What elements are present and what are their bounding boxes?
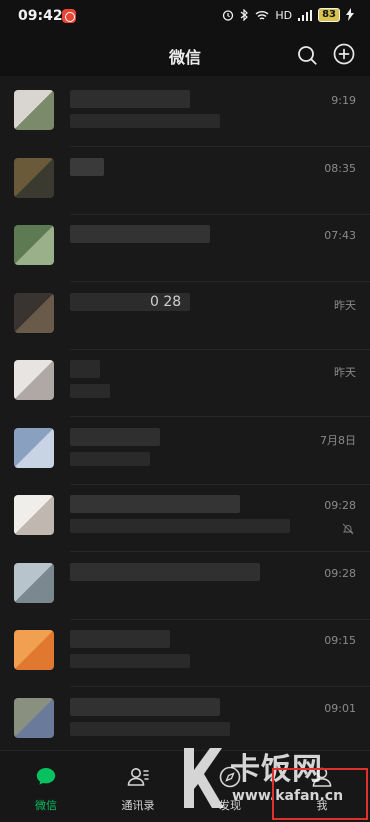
status-bar: 09:42 HD 83 [0,0,370,34]
chat-preview-redacted [70,451,150,466]
tab-label: 发现 [219,799,241,812]
chat-time: 09:28 [324,499,356,512]
status-time: 09:42 [18,8,63,24]
wifi-icon [255,10,269,20]
signal-icon [298,9,313,21]
avatar [14,427,54,468]
navbar: 微信 [0,34,370,76]
chat-bubble-icon [36,768,56,785]
chat-name-redacted [70,562,260,581]
chat-name-redacted [70,157,104,176]
chat-name-redacted [70,225,210,243]
highlight-box [272,768,368,820]
chat-name-redacted [70,697,220,716]
chat-time: 08:35 [324,161,356,175]
charging-icon [346,8,354,21]
avatar [14,630,54,670]
chat-name-redacted [70,90,190,108]
chat-list[interactable]: 9:19 08:35 07:43 0 28 昨天 昨天 7月8日 09:28 09:28 09:1… [0,76,370,750]
chat-time: 昨天 [334,298,356,312]
avatar [14,495,54,535]
tab-label: 通讯录 [121,799,155,812]
search-icon[interactable] [296,44,318,66]
chat-time: 7月8日 [320,433,356,447]
chat-time: 09:28 [324,566,356,580]
chat-time: 昨天 [334,366,356,379]
chat-row[interactable]: 09:15 [0,620,370,687]
tab-chats[interactable]: 微信 [0,751,92,822]
chat-row[interactable]: 09:28 [0,485,370,552]
chat-time: 9:19 [331,94,356,107]
chat-row[interactable]: 07:43 [0,215,370,282]
chat-row[interactable]: 9:19 [0,80,370,147]
chat-preview-redacted [70,721,230,736]
chat-row[interactable]: 08:35 [0,148,370,215]
contacts-icon [127,768,149,786]
mute-bell-icon [342,523,354,535]
status-indicators: HD 83 [222,8,340,22]
chat-row[interactable]: 昨天 [0,350,370,417]
chat-name-fragment: 0 28 [150,293,182,310]
chat-name-redacted [70,630,170,648]
battery-icon: 83 [318,8,340,22]
chat-preview-redacted [70,654,190,668]
app-notification-icon [62,9,76,23]
avatar [14,225,54,265]
compass-icon [219,766,241,788]
avatar [14,157,54,198]
chat-name-redacted [70,427,160,446]
tab-contacts[interactable]: 通讯录 [92,751,184,822]
chat-row[interactable]: 7月8日 [0,418,370,485]
avatar [14,90,54,130]
avatar [14,697,54,738]
chat-time: 09:01 [324,701,356,715]
chat-name-redacted [70,360,100,378]
chat-name-redacted [70,495,240,513]
hd-label: HD [275,8,293,22]
avatar [14,562,54,603]
chat-row[interactable]: 0 28 昨天 [0,283,370,350]
avatar [14,360,54,400]
chat-time: 09:15 [324,634,356,647]
alarm-icon [223,10,234,21]
avatar [14,292,54,333]
tab-discover[interactable]: 发现 [184,751,276,822]
bluetooth-icon [240,9,249,21]
chat-row[interactable]: 09:01 [0,688,370,751]
chat-time: 07:43 [324,229,356,242]
tab-label: 微信 [35,799,57,812]
add-icon[interactable] [333,43,355,65]
chat-preview-redacted [70,384,110,398]
chat-preview-redacted [70,114,220,128]
chat-row[interactable]: 09:28 [0,553,370,620]
chat-preview-redacted [70,519,290,533]
